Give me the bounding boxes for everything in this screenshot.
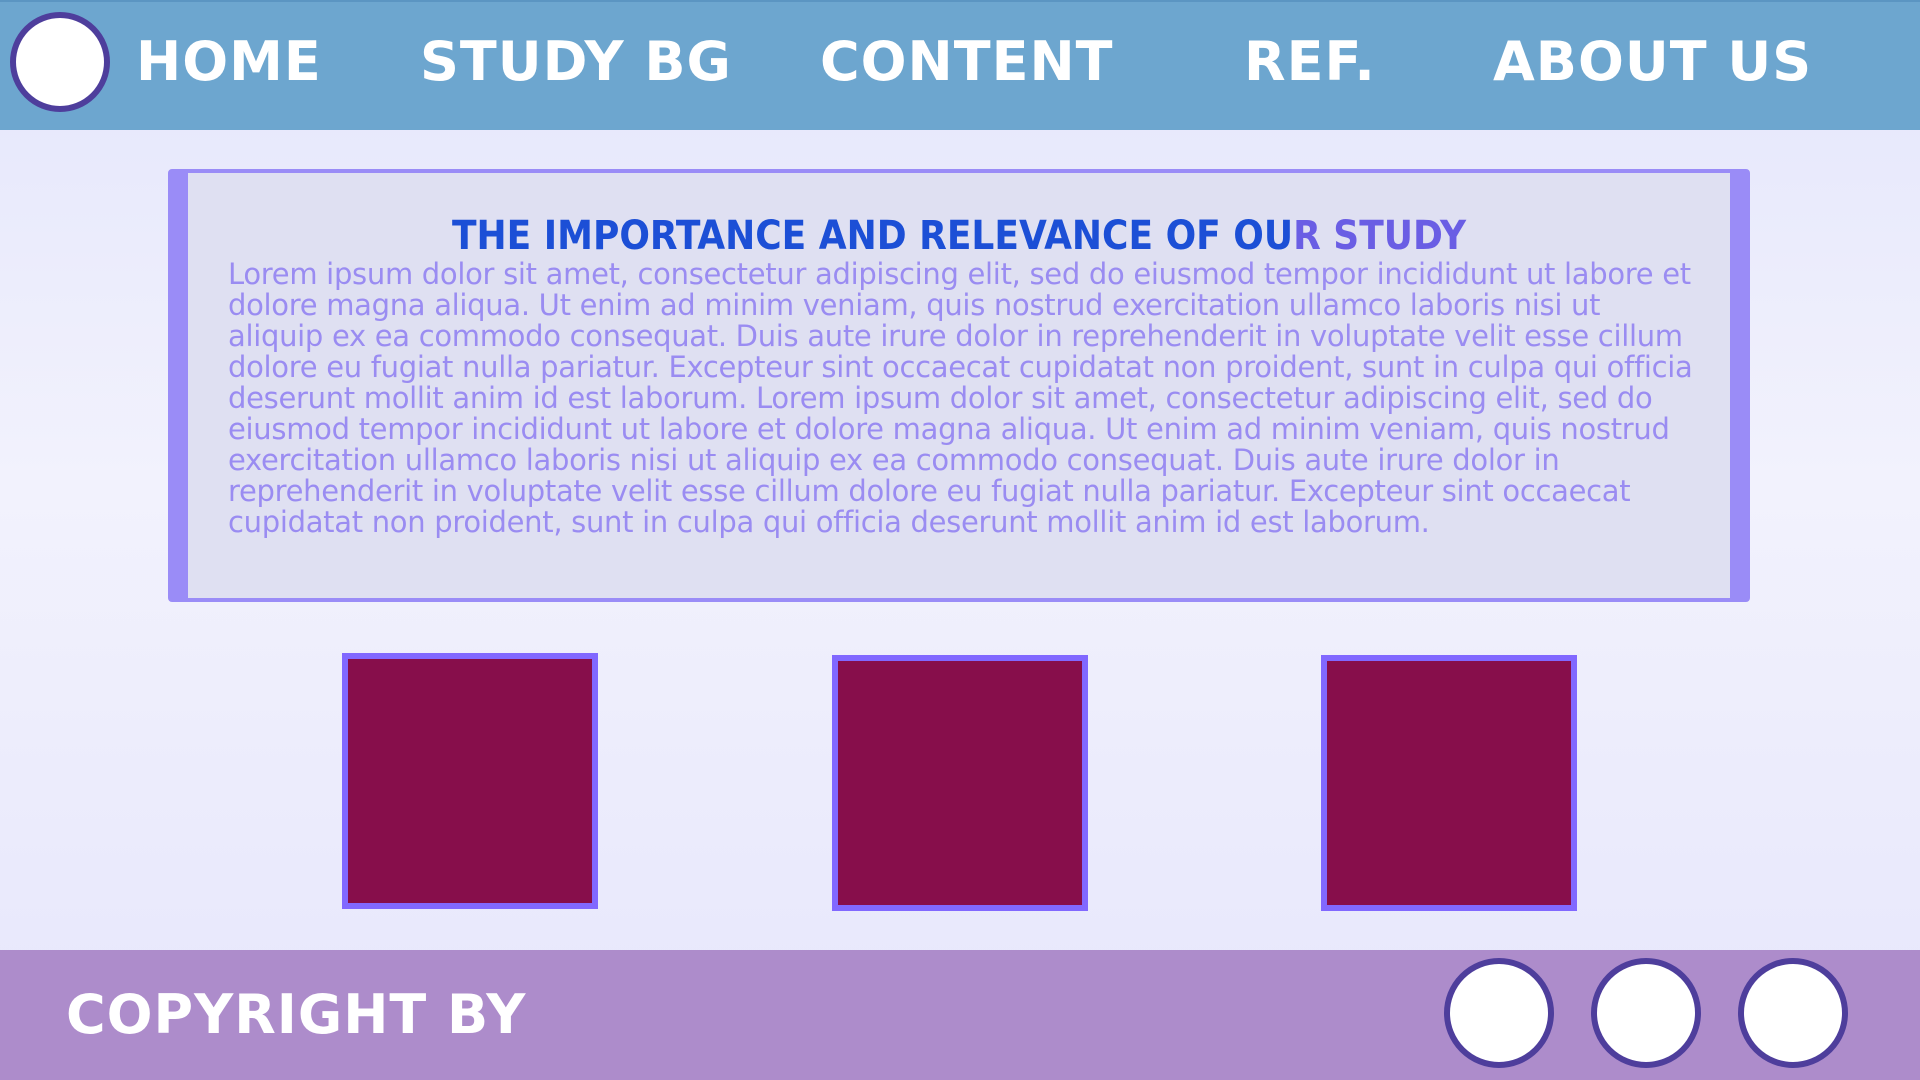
- social-icon-3[interactable]: [1738, 958, 1848, 1068]
- copyright-text: COPYRIGHT BY: [66, 983, 527, 1046]
- nav-item-study-bg[interactable]: STUDY BG: [420, 27, 732, 97]
- nav-item-content[interactable]: CONTENT: [820, 27, 1113, 97]
- content-box-2[interactable]: [832, 655, 1088, 911]
- content-box-3[interactable]: [1321, 655, 1577, 911]
- nav-item-about-us[interactable]: ABOUT US: [1493, 27, 1812, 97]
- nav-item-ref[interactable]: REF.: [1244, 27, 1376, 97]
- panel-title: THE IMPORTANCE AND RELEVANCE OF OUR STUD…: [188, 213, 1730, 259]
- panel-title-part-2: R STUDY: [1293, 213, 1467, 259]
- top-nav-bar: HOME STUDY BG CONTENT REF. ABOUT US: [0, 0, 1920, 130]
- content-box-1[interactable]: [342, 653, 598, 909]
- social-icon-1[interactable]: [1444, 958, 1554, 1068]
- panel-title-part-1: THE IMPORTANCE AND RELEVANCE OF OU: [451, 213, 1294, 259]
- study-importance-panel: THE IMPORTANCE AND RELEVANCE OF OUR STUD…: [168, 169, 1750, 602]
- logo-circle[interactable]: [10, 12, 110, 112]
- social-icon-2[interactable]: [1591, 958, 1701, 1068]
- nav-item-home[interactable]: HOME: [136, 27, 322, 97]
- footer-bar: COPYRIGHT BY: [0, 950, 1920, 1080]
- panel-body-text: Lorem ipsum dolor sit amet, consectetur …: [228, 257, 1693, 539]
